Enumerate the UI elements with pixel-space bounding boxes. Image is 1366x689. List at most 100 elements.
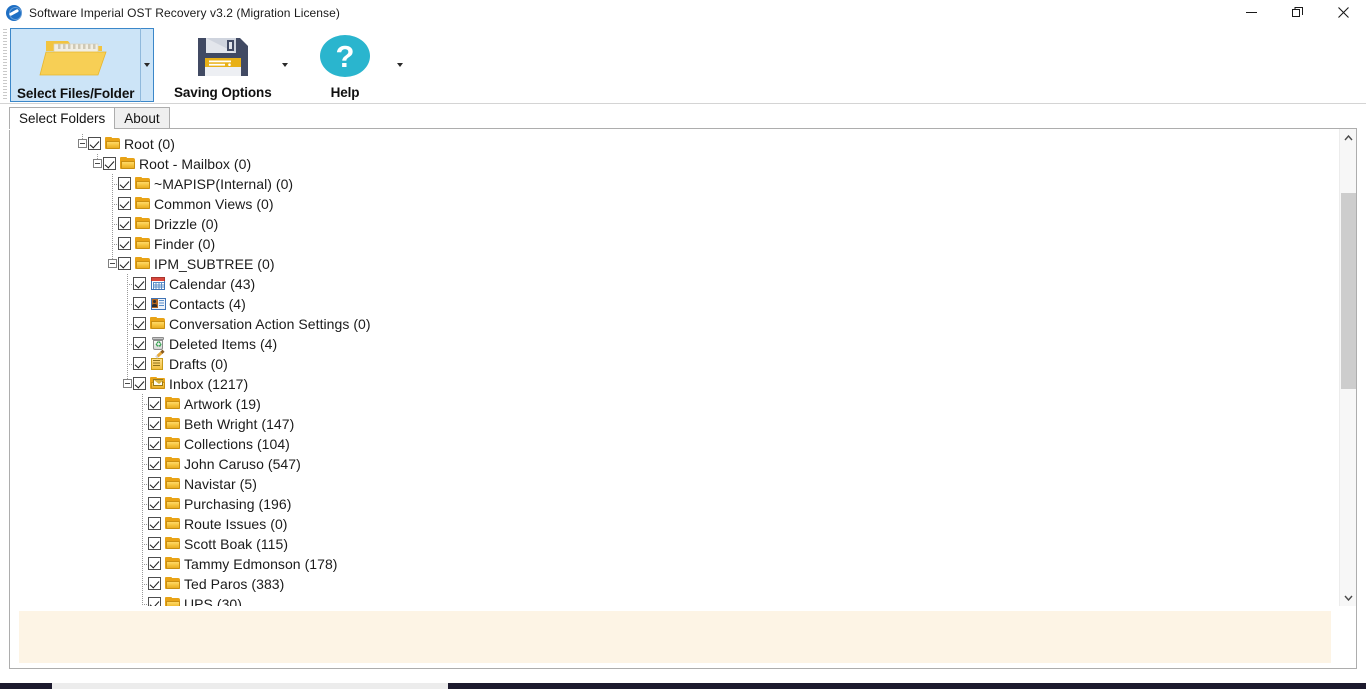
- folder-icon: [165, 436, 181, 451]
- tree-node-checkbox[interactable]: [88, 137, 101, 150]
- tree-node-checkbox[interactable]: [148, 437, 161, 450]
- scroll-up-button[interactable]: [1340, 129, 1356, 146]
- tree-node-checkbox[interactable]: [148, 597, 161, 606]
- scrollbar-thumb[interactable]: [1341, 193, 1356, 389]
- tree-node-checkbox[interactable]: [148, 457, 161, 470]
- tree-node-checkbox[interactable]: [148, 557, 161, 570]
- tree-node-label: Common Views (0): [154, 196, 274, 212]
- tree-node[interactable]: Calendar (43): [10, 274, 1340, 294]
- tree-node[interactable]: Conversation Action Settings (0): [10, 314, 1340, 334]
- help-dropdown[interactable]: [393, 28, 407, 102]
- saving-options-main[interactable]: Saving Options: [168, 28, 278, 102]
- tree-node[interactable]: Purchasing (196): [10, 494, 1340, 514]
- tree-node-label: Root (0): [124, 136, 175, 152]
- tree-node-checkbox[interactable]: [148, 477, 161, 490]
- folder-icon: [165, 496, 181, 511]
- window-title: Software Imperial OST Recovery v3.2 (Mig…: [29, 5, 340, 20]
- minimize-button[interactable]: [1228, 0, 1274, 25]
- ribbon-button-saving-options[interactable]: Saving Options: [168, 28, 292, 102]
- tree-node-checkbox[interactable]: [148, 517, 161, 530]
- tree-node-checkbox[interactable]: [118, 217, 131, 230]
- tree-node[interactable]: Drafts (0): [10, 349, 1340, 374]
- folder-tree[interactable]: Root (0) Root - Mailbox (0) ~MAPISP(Intern…: [10, 129, 1340, 606]
- tree-node[interactable]: Drizzle (0): [10, 214, 1340, 234]
- folder-icon: [135, 236, 151, 251]
- tree-node[interactable]: Ted Paros (383): [10, 574, 1340, 594]
- tree-node[interactable]: Artwork (19): [10, 394, 1340, 414]
- tree-node[interactable]: IPM_SUBTREE (0): [10, 254, 1340, 274]
- tree-node-checkbox[interactable]: [133, 277, 146, 290]
- tree-node[interactable]: ~MAPISP(Internal) (0): [10, 174, 1340, 194]
- tree-expander-collapse-icon[interactable]: [78, 139, 87, 148]
- saving-options-dropdown[interactable]: [278, 28, 292, 102]
- taskbar: [0, 683, 1366, 689]
- tab-select-folders[interactable]: Select Folders: [9, 107, 116, 129]
- tree-node[interactable]: Tammy Edmonson (178): [10, 554, 1340, 574]
- tree-node[interactable]: UPS (30): [10, 594, 1340, 606]
- ribbon-button-help[interactable]: ? Help: [297, 28, 407, 102]
- window-controls: [1228, 0, 1366, 25]
- select-files-folder-label: Select Files/Folder: [17, 86, 135, 101]
- tree-node[interactable]: Collections (104): [10, 434, 1340, 454]
- tree-node-label: Drafts (0): [169, 356, 228, 372]
- tree-node[interactable]: Inbox (1217): [10, 374, 1340, 394]
- tree-node[interactable]: Navistar (5): [10, 474, 1340, 494]
- tree-node-label: Collections (104): [184, 436, 290, 452]
- tree-node-checkbox[interactable]: [148, 497, 161, 510]
- tree-node-checkbox[interactable]: [133, 297, 146, 310]
- tree-node-label: Conversation Action Settings (0): [169, 316, 371, 332]
- inbox-icon: [150, 376, 166, 391]
- tree-node-label: Scott Boak (115): [184, 536, 289, 552]
- chevron-down-icon: [144, 63, 151, 67]
- tree-expander-collapse-icon[interactable]: [123, 379, 132, 388]
- chevron-up-icon: [1344, 134, 1353, 140]
- tree-node-checkbox[interactable]: [133, 337, 146, 350]
- select-files-folder-main[interactable]: Select Files/Folder: [10, 28, 141, 102]
- tree-node-checkbox[interactable]: [148, 537, 161, 550]
- tree-node[interactable]: Finder (0): [10, 234, 1340, 254]
- tree-node[interactable]: Route Issues (0): [10, 514, 1340, 534]
- folder-icon: [165, 596, 181, 606]
- tree-node[interactable]: Root (0): [10, 134, 1340, 154]
- tree-expander-collapse-icon[interactable]: [93, 159, 102, 168]
- tree-node[interactable]: ♻ Deleted Items (4): [10, 334, 1340, 354]
- tree-node-checkbox[interactable]: [148, 577, 161, 590]
- folder-icon: [150, 316, 166, 331]
- folder-icon: [165, 576, 181, 591]
- tree-node-checkbox[interactable]: [118, 177, 131, 190]
- title-bar: Software Imperial OST Recovery v3.2 (Mig…: [0, 0, 1366, 25]
- tab-about[interactable]: About: [114, 107, 170, 129]
- restore-button[interactable]: [1274, 0, 1320, 25]
- tree-node-checkbox[interactable]: [133, 317, 146, 330]
- tree-node-label: Calendar (43): [169, 276, 256, 292]
- select-files-folder-dropdown[interactable]: [140, 28, 155, 102]
- tree-expander-collapse-icon[interactable]: [108, 259, 117, 268]
- tree-node-checkbox[interactable]: [148, 417, 161, 430]
- folder-icon: [165, 556, 181, 571]
- tree-node[interactable]: Contacts (4): [10, 294, 1340, 314]
- tree-node[interactable]: Scott Boak (115): [10, 534, 1340, 554]
- tree-node-label: Contacts (4): [169, 296, 246, 312]
- drafts-icon: [150, 349, 166, 371]
- ribbon-button-select-files-folder[interactable]: Select Files/Folder: [10, 28, 155, 102]
- tree-node[interactable]: Beth Wright (147): [10, 414, 1340, 434]
- tree-node-checkbox[interactable]: [118, 237, 131, 250]
- tree-node-checkbox[interactable]: [133, 357, 146, 370]
- tree-node[interactable]: John Caruso (547): [10, 454, 1340, 474]
- chevron-down-icon: [1344, 595, 1353, 601]
- tree-node-checkbox[interactable]: [148, 397, 161, 410]
- content-panel: Root (0) Root - Mailbox (0) ~MAPISP(Intern…: [9, 128, 1357, 669]
- tree-node-checkbox[interactable]: [133, 377, 146, 390]
- tree-guide-line: [142, 594, 143, 604]
- tree-vertical-scrollbar[interactable]: [1339, 129, 1356, 606]
- scroll-down-button[interactable]: [1340, 589, 1356, 606]
- help-main[interactable]: ? Help: [297, 28, 393, 102]
- tree-node[interactable]: Common Views (0): [10, 194, 1340, 214]
- tree-node-label: UPS (30): [184, 596, 242, 606]
- tree-node-checkbox[interactable]: [118, 257, 131, 270]
- close-button[interactable]: [1320, 0, 1366, 25]
- question-mark-icon: ?: [303, 30, 387, 84]
- tree-node[interactable]: Root - Mailbox (0): [10, 154, 1340, 174]
- tree-node-checkbox[interactable]: [103, 157, 116, 170]
- tree-node-checkbox[interactable]: [118, 197, 131, 210]
